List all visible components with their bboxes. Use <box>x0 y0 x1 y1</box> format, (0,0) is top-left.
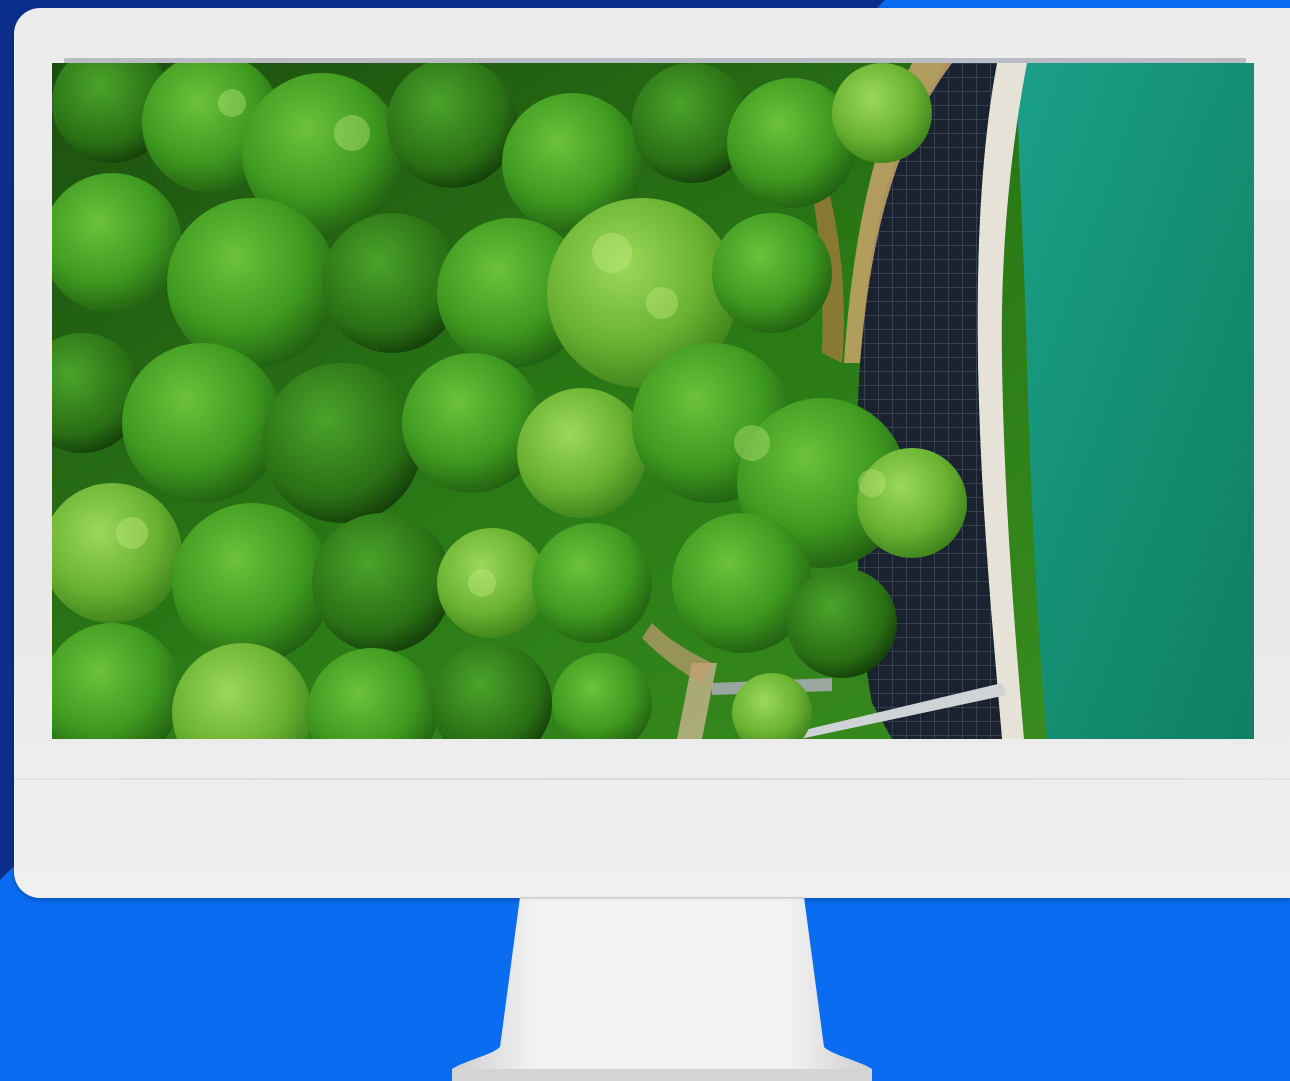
monitor-stand <box>452 897 872 1081</box>
monitor-chin-divider <box>14 778 1290 780</box>
monitor-screen <box>52 63 1254 739</box>
monitor-frame <box>14 8 1290 898</box>
aerial-photo <box>52 63 1254 739</box>
